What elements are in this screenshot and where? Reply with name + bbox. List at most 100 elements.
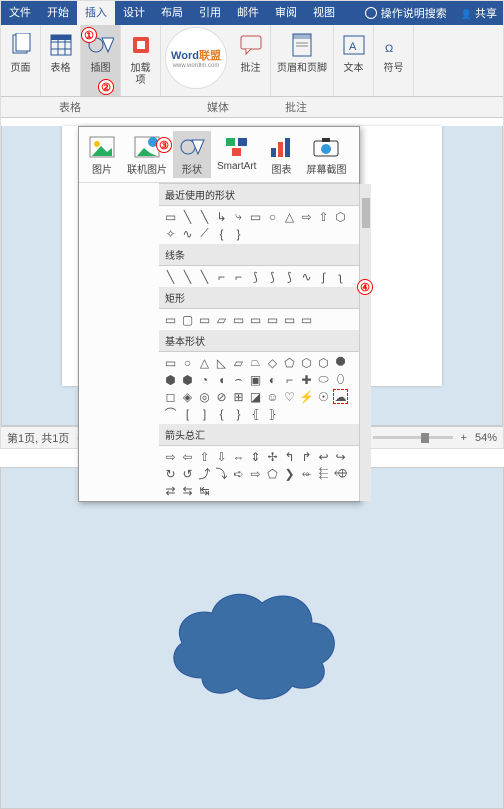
shape-line[interactable]: ╲ bbox=[180, 209, 195, 224]
arr-r[interactable]: ⇨ bbox=[163, 449, 178, 464]
group-text[interactable]: A 文本 bbox=[334, 25, 374, 96]
basic-oct[interactable]: ⯃ bbox=[333, 355, 348, 370]
zoom-slider[interactable] bbox=[373, 436, 453, 439]
basic-dec[interactable]: ⬢ bbox=[163, 372, 178, 387]
tab-mailings[interactable]: 邮件 bbox=[229, 1, 267, 25]
group-table[interactable]: 表格 bbox=[41, 25, 81, 96]
line-curve[interactable]: ⟆ bbox=[248, 269, 263, 284]
line-elbow[interactable]: ⌐ bbox=[214, 269, 229, 284]
arr-c4[interactable]: ⤵ bbox=[214, 466, 229, 481]
basic-dodec[interactable]: ⬢ bbox=[180, 372, 195, 387]
basic-brr[interactable]: } bbox=[231, 406, 246, 421]
basic-hex[interactable]: ⬡ bbox=[299, 355, 314, 370]
tab-design[interactable]: 设计 bbox=[115, 1, 153, 25]
arr-c1[interactable]: ↻ bbox=[163, 466, 178, 481]
basic-trap[interactable]: ⏢ bbox=[248, 355, 263, 370]
basic-brl[interactable]: { bbox=[214, 406, 229, 421]
arr-call[interactable]: ⬰ bbox=[299, 466, 314, 481]
arr-pent[interactable]: ⬠ bbox=[265, 466, 280, 481]
arr-bent[interactable]: ↰ bbox=[282, 449, 297, 464]
rect-7[interactable]: ▭ bbox=[265, 312, 280, 327]
shape-hex[interactable]: ⬡ bbox=[333, 209, 348, 224]
arr-m2[interactable]: ⇆ bbox=[180, 483, 195, 498]
basic-cube[interactable]: ◻ bbox=[163, 389, 178, 404]
basic-diamond[interactable]: ◇ bbox=[265, 355, 280, 370]
arr-ud[interactable]: ⇕ bbox=[248, 449, 263, 464]
shapes-scrollbar[interactable] bbox=[359, 184, 371, 501]
shape-connector[interactable]: ↳ bbox=[214, 209, 229, 224]
basic-tear[interactable]: ⌢ bbox=[231, 372, 246, 387]
basic-donut[interactable]: ◎ bbox=[197, 389, 212, 404]
arr-d[interactable]: ⇩ bbox=[214, 449, 229, 464]
zoom-level[interactable]: 54% bbox=[475, 432, 497, 444]
tab-home[interactable]: 开始 bbox=[39, 1, 77, 25]
shape-connector2[interactable]: ⤷ bbox=[231, 209, 246, 224]
insert-smartart[interactable]: SmartArt bbox=[213, 131, 260, 178]
basic-tri[interactable]: △ bbox=[197, 355, 212, 370]
basic-l[interactable]: ⌐ bbox=[282, 372, 297, 387]
shape-oval[interactable]: ○ bbox=[265, 209, 280, 224]
tab-layout[interactable]: 布局 bbox=[153, 1, 191, 25]
shape-brace-l[interactable]: { bbox=[214, 226, 229, 241]
tab-insert[interactable]: 插入 bbox=[77, 1, 115, 25]
rect-8[interactable]: ▭ bbox=[282, 312, 297, 327]
basic-half[interactable]: ◐ bbox=[265, 372, 280, 387]
group-comments[interactable]: 批注 bbox=[231, 25, 271, 96]
basic-hept[interactable]: ⬡ bbox=[316, 355, 331, 370]
line-elbow2[interactable]: ⌐ bbox=[231, 269, 246, 284]
arr-notch[interactable]: ⇨ bbox=[248, 466, 263, 481]
line-curve2[interactable]: ⟆ bbox=[265, 269, 280, 284]
shape-arrow-u[interactable]: ⇧ bbox=[316, 209, 331, 224]
basic-pie[interactable]: ◔ bbox=[197, 372, 212, 387]
shape-arrow-r[interactable]: ⇨ bbox=[299, 209, 314, 224]
arr-u3[interactable]: ↪ bbox=[333, 449, 348, 464]
tell-me[interactable]: 操作说明搜索 bbox=[381, 5, 447, 21]
line-free[interactable]: ∿ bbox=[299, 269, 314, 284]
tab-view[interactable]: 视图 bbox=[305, 1, 343, 25]
shape-brace-r[interactable]: } bbox=[231, 226, 246, 241]
line-3[interactable]: ╲ bbox=[197, 269, 212, 284]
basic-block[interactable]: ⊞ bbox=[231, 389, 246, 404]
basic-bevel[interactable]: ◈ bbox=[180, 389, 195, 404]
basic-cross[interactable]: ✚ bbox=[299, 372, 314, 387]
shape-textbox[interactable]: ▭ bbox=[163, 209, 178, 224]
insert-picture[interactable]: 图片 bbox=[83, 131, 121, 178]
rect-2[interactable]: ▢ bbox=[180, 312, 195, 327]
shape-curve[interactable]: ∿ bbox=[180, 226, 195, 241]
line-2[interactable]: ╲ bbox=[180, 269, 195, 284]
arr-quad[interactable]: ✢ bbox=[265, 449, 280, 464]
arr-bent2[interactable]: ↱ bbox=[299, 449, 314, 464]
arr-chev[interactable]: ❯ bbox=[282, 466, 297, 481]
rect-1[interactable]: ▭ bbox=[163, 312, 178, 327]
shape-line2[interactable]: ╲ bbox=[197, 209, 212, 224]
rect-3[interactable]: ▭ bbox=[197, 312, 212, 327]
basic-rtri[interactable]: ◺ bbox=[214, 355, 229, 370]
share-button[interactable]: 👤 共享 bbox=[461, 5, 497, 21]
basic-heart[interactable]: ♡ bbox=[282, 389, 297, 404]
arr-u[interactable]: ⇧ bbox=[197, 449, 212, 464]
arr-lr[interactable]: ⇔ bbox=[231, 449, 246, 464]
insert-screenshot[interactable]: 屏幕截图 bbox=[302, 131, 350, 178]
shape-star[interactable]: ✧ bbox=[163, 226, 178, 241]
basic-brkl[interactable]: [ bbox=[180, 406, 195, 421]
basic-bolt[interactable]: ⚡ bbox=[299, 389, 314, 404]
shape-rect[interactable]: ▭ bbox=[248, 209, 263, 224]
rect-4[interactable]: ▱ bbox=[214, 312, 229, 327]
arr-c2[interactable]: ↺ bbox=[180, 466, 195, 481]
group-page[interactable]: 页面 bbox=[1, 25, 41, 96]
line-1[interactable]: ╲ bbox=[163, 269, 178, 284]
arr-call3[interactable]: ⬲ bbox=[333, 466, 348, 481]
basic-sun[interactable]: ☉ bbox=[316, 389, 331, 404]
arr-m3[interactable]: ↹ bbox=[197, 483, 212, 498]
zoom-in[interactable]: + bbox=[461, 432, 467, 444]
arr-c3[interactable]: ⤴ bbox=[197, 466, 212, 481]
line-curve3[interactable]: ⟆ bbox=[282, 269, 297, 284]
basic-cloud[interactable]: ☁ bbox=[333, 389, 348, 404]
group-header-footer[interactable]: 页眉和页脚 bbox=[271, 25, 334, 96]
page-count[interactable]: 第1页, 共1页 bbox=[7, 430, 69, 446]
rect-9[interactable]: ▭ bbox=[299, 312, 314, 327]
insert-shapes[interactable]: 形状 bbox=[173, 131, 211, 178]
group-symbols[interactable]: Ω 符号 bbox=[374, 25, 414, 96]
shape-freeform[interactable]: ⟋ bbox=[197, 226, 212, 241]
basic-oval[interactable]: ○ bbox=[180, 355, 195, 370]
